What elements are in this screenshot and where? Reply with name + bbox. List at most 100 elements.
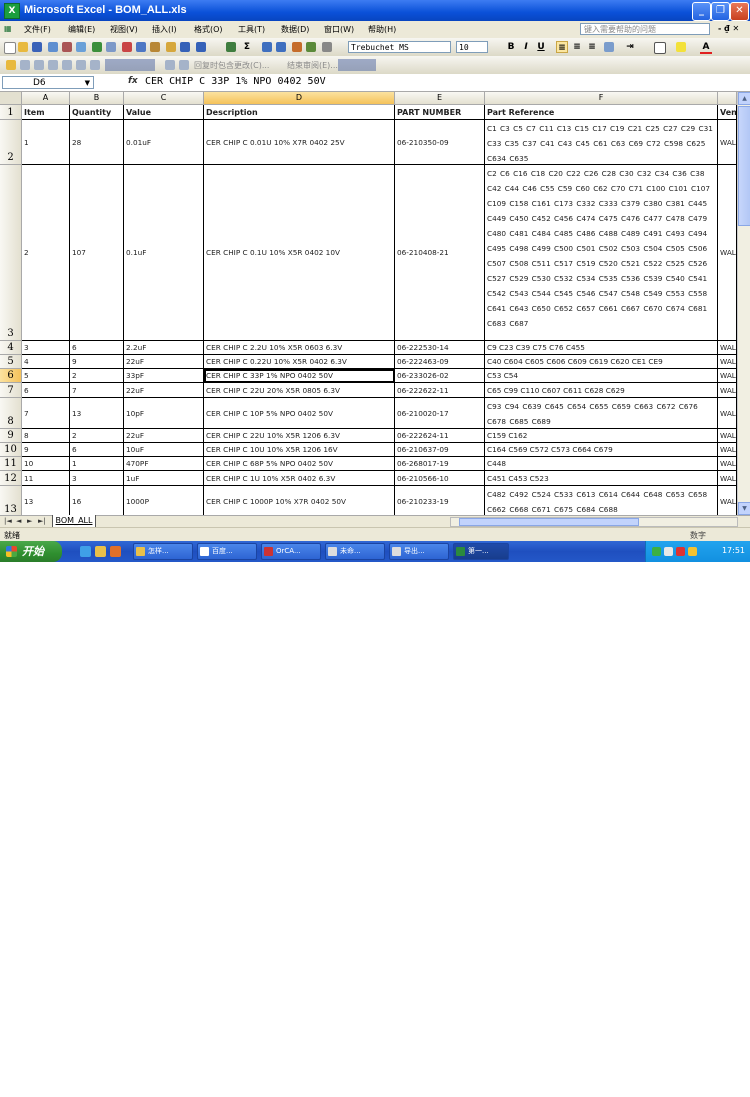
- menu-insert[interactable]: 插入(I): [152, 24, 177, 35]
- cut-icon[interactable]: [122, 42, 132, 52]
- cell-item[interactable]: 6: [22, 383, 70, 398]
- cell-part-number[interactable]: 06-210020-17: [395, 398, 485, 429]
- close-button[interactable]: ✕: [730, 2, 749, 21]
- col-header-f[interactable]: F: [485, 92, 718, 105]
- scroll-up-icon[interactable]: ▲: [738, 92, 750, 105]
- row-header[interactable]: 5: [0, 355, 22, 369]
- cell-value[interactable]: 2.2uF: [124, 341, 204, 355]
- chart-wizard-icon[interactable]: [292, 42, 302, 52]
- cell-value[interactable]: 22uF: [124, 383, 204, 398]
- row-header[interactable]: 6: [0, 369, 22, 383]
- row-header[interactable]: 13: [0, 486, 22, 515]
- cell-part-reference[interactable]: C40 C604 C605 C606 C609 C619 C620 CE1 CE…: [485, 355, 718, 369]
- cell-quantity[interactable]: 9: [70, 355, 124, 369]
- first-sheet-icon[interactable]: |◄: [4, 517, 12, 525]
- row-header[interactable]: 8: [0, 398, 22, 429]
- bold-button[interactable]: B: [505, 41, 517, 53]
- cell-quantity[interactable]: 6: [70, 341, 124, 355]
- indent-icon[interactable]: ⇥: [624, 41, 636, 53]
- row-header[interactable]: 11: [0, 457, 22, 471]
- cell-vendor[interactable]: WAL: [718, 369, 737, 383]
- drawing-icon[interactable]: [306, 42, 316, 52]
- menu-data[interactable]: 数据(D): [281, 24, 309, 35]
- cell-vendor[interactable]: WAL: [718, 429, 737, 443]
- chevron-down-icon[interactable]: ▼: [85, 77, 90, 89]
- cell-item[interactable]: 2: [22, 165, 70, 341]
- cell-quantity[interactable]: 107: [70, 165, 124, 341]
- ime-icon[interactable]: [688, 547, 697, 556]
- header-value[interactable]: Value: [124, 105, 204, 120]
- row-header[interactable]: 2: [0, 120, 22, 165]
- cell-vendor[interactable]: WAL: [718, 120, 737, 165]
- font-name-select[interactable]: Trebuchet MS: [348, 41, 451, 53]
- menu-window[interactable]: 窗口(W): [324, 24, 354, 35]
- cell-item[interactable]: 5: [22, 369, 70, 383]
- end-review-button[interactable]: 结束审阅(E)...: [287, 60, 338, 71]
- italic-button[interactable]: I: [520, 41, 532, 53]
- fx-icon[interactable]: fx: [128, 76, 138, 86]
- save-icon[interactable]: [32, 42, 42, 52]
- cell-quantity[interactable]: 2: [70, 429, 124, 443]
- cell-part-number[interactable]: 06-222463-09: [395, 355, 485, 369]
- cell-part-reference[interactable]: C2 C6 C16 C18 C20 C22 C26 C28 C30 C32 C3…: [485, 165, 718, 341]
- cell-vendor[interactable]: WAL: [718, 443, 737, 457]
- task-button[interactable]: 未命...: [325, 543, 385, 560]
- reply-with-changes[interactable]: 回复时包含更改(C)...: [194, 60, 269, 71]
- comment-icon[interactable]: [48, 60, 58, 70]
- cell-description[interactable]: CER CHIP C 22U 20% X5R 0805 6.3V: [204, 383, 395, 398]
- security-icon[interactable]: [676, 547, 685, 556]
- last-sheet-icon[interactable]: ►|: [38, 517, 46, 525]
- task-button[interactable]: 百度...: [197, 543, 257, 560]
- cell-part-number[interactable]: 06-222624-11: [395, 429, 485, 443]
- header-part-number[interactable]: PART NUMBER: [395, 105, 485, 120]
- permission-icon[interactable]: [48, 42, 58, 52]
- cell-description[interactable]: CER CHIP C 22U 10% X5R 1206 6.3V: [204, 429, 395, 443]
- cell-value[interactable]: 1uF: [124, 471, 204, 486]
- col-header-c[interactable]: C: [124, 92, 204, 105]
- cell-quantity[interactable]: 2: [70, 369, 124, 383]
- align-center-icon[interactable]: ≡: [571, 41, 583, 53]
- header-vendor[interactable]: Ven: [718, 105, 737, 120]
- task-button[interactable]: OrCA...: [261, 543, 321, 560]
- folder-icon[interactable]: [95, 546, 106, 557]
- ink-icon[interactable]: [179, 60, 189, 70]
- col-header-b[interactable]: B: [70, 92, 124, 105]
- font-size-select[interactable]: 10: [456, 41, 488, 53]
- cell-item[interactable]: 7: [22, 398, 70, 429]
- cell-description[interactable]: CER CHIP C 0.1U 10% X5R 0402 10V: [204, 165, 395, 341]
- print-icon[interactable]: [62, 42, 72, 52]
- cell-quantity[interactable]: 13: [70, 398, 124, 429]
- review-next-icon[interactable]: [34, 60, 44, 70]
- col-header-a[interactable]: A: [22, 92, 70, 105]
- row-header[interactable]: 9: [0, 429, 22, 443]
- cell-vendor[interactable]: WAL: [718, 486, 737, 515]
- hscroll-thumb[interactable]: [459, 518, 639, 526]
- col-header-d[interactable]: D: [204, 92, 395, 105]
- align-left-icon[interactable]: ≡: [556, 41, 568, 53]
- cell-item[interactable]: 1: [22, 120, 70, 165]
- task-button[interactable]: 怎样...: [133, 543, 193, 560]
- format-painter-icon[interactable]: [166, 42, 176, 52]
- col-header-g[interactable]: [718, 92, 737, 105]
- formula-input[interactable]: CER CHIP C 33P 1% NPO 0402 50V: [145, 76, 326, 87]
- cell-value[interactable]: 0.1uF: [124, 165, 204, 341]
- minimize-button[interactable]: _: [692, 2, 711, 21]
- cell-part-reference[interactable]: C53 C54: [485, 369, 718, 383]
- open-icon[interactable]: [18, 42, 28, 52]
- redo-icon[interactable]: [196, 42, 206, 52]
- help-search-input[interactable]: 键入需要帮助的问题: [580, 23, 710, 35]
- cell-part-reference[interactable]: C65 C99 C110 C607 C611 C628 C629: [485, 383, 718, 398]
- cell-part-reference[interactable]: C9 C23 C39 C75 C76 C455: [485, 341, 718, 355]
- cell-description[interactable]: CER CHIP C 33P 1% NPO 0402 50V: [204, 369, 395, 383]
- menu-file[interactable]: 文件(F): [24, 24, 51, 35]
- horizontal-scrollbar[interactable]: [450, 517, 738, 527]
- cell-quantity[interactable]: 3: [70, 471, 124, 486]
- cell-description[interactable]: CER CHIP C 0.22U 10% X5R 0402 6.3V: [204, 355, 395, 369]
- cell-vendor[interactable]: WAL: [718, 341, 737, 355]
- copy-icon[interactable]: [136, 42, 146, 52]
- menu-help[interactable]: 帮助(H): [368, 24, 396, 35]
- cell-part-number[interactable]: 06-233026-02: [395, 369, 485, 383]
- cell-vendor[interactable]: WAL: [718, 165, 737, 341]
- font-color-icon[interactable]: A: [700, 41, 712, 54]
- cell-quantity[interactable]: 6: [70, 443, 124, 457]
